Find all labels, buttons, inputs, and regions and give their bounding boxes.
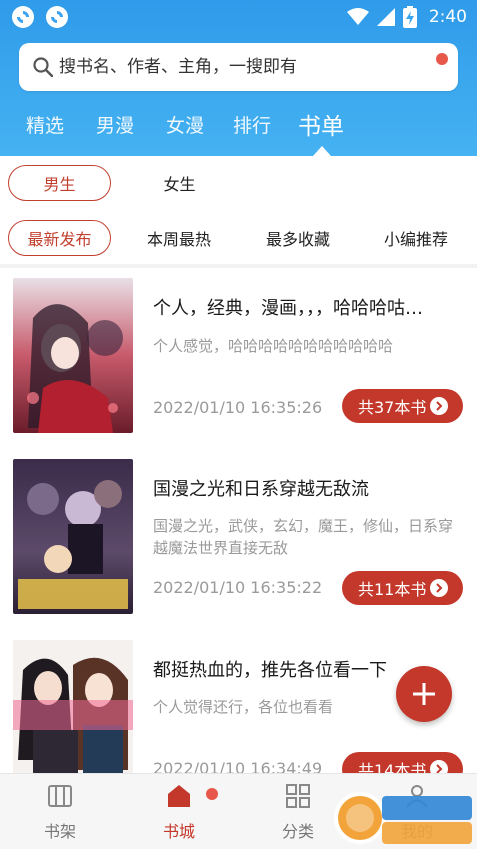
create-booklist-button[interactable] <box>396 666 452 722</box>
booklist-count: 共37本书 <box>358 398 427 417</box>
nav-bookshelf-label: 书架 <box>43 822 76 841</box>
booklist-count: 共11本书 <box>358 580 427 599</box>
site-watermark-logo <box>334 792 472 844</box>
search-input[interactable] <box>59 57 399 77</box>
sort-editor-picks[interactable]: 小编推荐 <box>366 220 466 256</box>
booklist-cover[interactable] <box>13 459 133 614</box>
chevron-right-icon <box>430 760 449 773</box>
nav-categories[interactable]: 分类 <box>258 784 338 842</box>
booklist-count: 共14本书 <box>358 761 427 773</box>
tab-ranking[interactable]: 排行 <box>233 111 271 138</box>
battery-charging-icon <box>402 6 417 28</box>
booklist-title: 个人，经典，漫画，，，哈哈哈咕… <box>153 298 423 319</box>
clock: 2:40 <box>428 7 467 27</box>
section-divider <box>0 264 477 268</box>
booklist-card[interactable]: 国漫之光和日系穿越无敌流 国漫之光，武侠，玄幻，魔王，修仙，日系穿越魔法世界直接… <box>0 459 477 619</box>
nav-categories-label: 分类 <box>281 822 314 841</box>
tab-featured[interactable]: 精选 <box>26 111 64 138</box>
tab-booklists[interactable]: 书单 <box>298 107 344 141</box>
cover-image <box>13 640 133 773</box>
search-box[interactable] <box>19 43 458 91</box>
booklist-description: 个人感觉，哈哈哈哈哈哈哈哈哈哈哈 <box>153 337 394 355</box>
chevron-right-icon <box>430 397 449 415</box>
booklist-date: 2022/01/10 16:35:26 <box>153 398 323 417</box>
notification-badge <box>206 788 218 800</box>
filter-female[interactable]: 女生 <box>128 165 231 201</box>
booklist-count-button[interactable]: 共14本书 <box>342 752 463 773</box>
booklist-card[interactable]: 个人，经典，漫画，，，哈哈哈咕… 个人感觉，哈哈哈哈哈哈哈哈哈哈哈 2022/0… <box>0 278 477 438</box>
tab-female-comics[interactable]: 女漫 <box>166 111 204 138</box>
category-icon <box>286 784 310 808</box>
sort-most-favorited[interactable]: 最多收藏 <box>248 220 348 256</box>
bookshelf-icon <box>48 785 72 807</box>
home-icon <box>168 785 190 807</box>
filter-male[interactable]: 男生 <box>8 165 111 201</box>
booklist-date: 2022/01/10 16:35:22 <box>153 578 323 597</box>
nav-bookshelf[interactable]: 书架 <box>20 784 100 842</box>
notification-app-icon <box>12 6 34 28</box>
tab-male-comics[interactable]: 男漫 <box>96 111 134 138</box>
sort-latest[interactable]: 最新发布 <box>8 220 111 256</box>
chevron-right-icon <box>430 579 449 597</box>
booklist-cover[interactable] <box>13 278 133 433</box>
nav-bookstore-label: 书城 <box>162 822 195 841</box>
active-tab-indicator <box>313 146 331 156</box>
app-header: 2:40 精选 男漫 女漫 排行 书单 <box>0 0 477 156</box>
booklist-date: 2022/01/10 16:34:49 <box>153 759 323 773</box>
booklist-description: 国漫之光，武侠，玄幻，魔王，修仙，日系穿越魔法世界直接无敌 <box>153 517 454 557</box>
notification-app-icon <box>46 6 68 28</box>
wifi-icon <box>346 8 369 25</box>
booklist-count-button[interactable]: 共11本书 <box>342 571 463 605</box>
plus-icon <box>413 683 435 705</box>
booklist-title: 国漫之光和日系穿越无敌流 <box>153 479 369 500</box>
status-bar: 2:40 <box>0 0 477 34</box>
booklist-count-button[interactable]: 共37本书 <box>342 389 463 423</box>
sort-weekly-hot[interactable]: 本周最热 <box>129 220 229 256</box>
cover-image <box>13 278 133 433</box>
notification-dot <box>436 53 448 65</box>
booklist-cover[interactable] <box>13 640 133 773</box>
search-icon <box>33 57 53 77</box>
signal-icon <box>376 8 395 26</box>
top-tabs: 精选 男漫 女漫 排行 书单 <box>0 103 477 151</box>
cover-image <box>13 459 133 614</box>
